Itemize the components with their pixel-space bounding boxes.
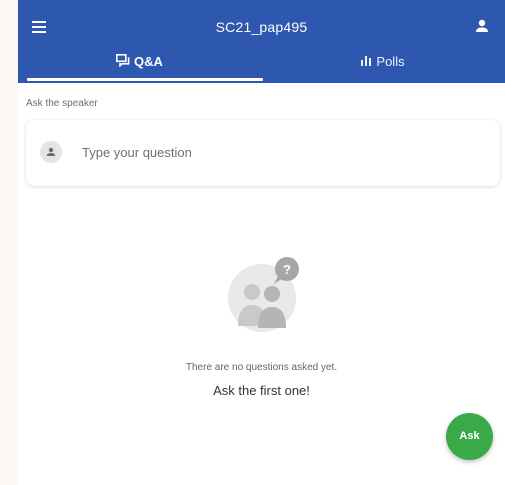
empty-state-message: There are no questions asked yet. — [185, 362, 338, 373]
question-card — [26, 120, 500, 186]
left-gutter — [0, 0, 18, 485]
avatar — [40, 141, 62, 163]
chat-bubbles-icon — [116, 53, 130, 70]
top-app-bar: SC21_pap495 Q&A Polls — [18, 0, 505, 83]
svg-text:?: ? — [283, 262, 291, 277]
tab-polls-label: Polls — [376, 54, 405, 69]
qa-app: SC21_pap495 Q&A Polls Ask the speaker Ty… — [18, 0, 505, 485]
ask-speaker-label: Ask the speaker — [26, 98, 98, 109]
page-title: SC21_pap495 — [215, 19, 308, 35]
question-input[interactable] — [82, 140, 482, 164]
empty-state-cta: Ask the first one! — [213, 383, 310, 398]
active-tab-indicator — [27, 78, 263, 81]
tab-polls[interactable]: Polls — [261, 54, 504, 83]
people-question-icon: ? — [228, 256, 300, 332]
ask-button[interactable]: Ask — [446, 413, 493, 460]
bar-chart-icon — [360, 54, 372, 69]
account-icon[interactable] — [474, 18, 490, 34]
tab-qa-label: Q&A — [134, 54, 163, 69]
person-icon — [46, 147, 56, 156]
